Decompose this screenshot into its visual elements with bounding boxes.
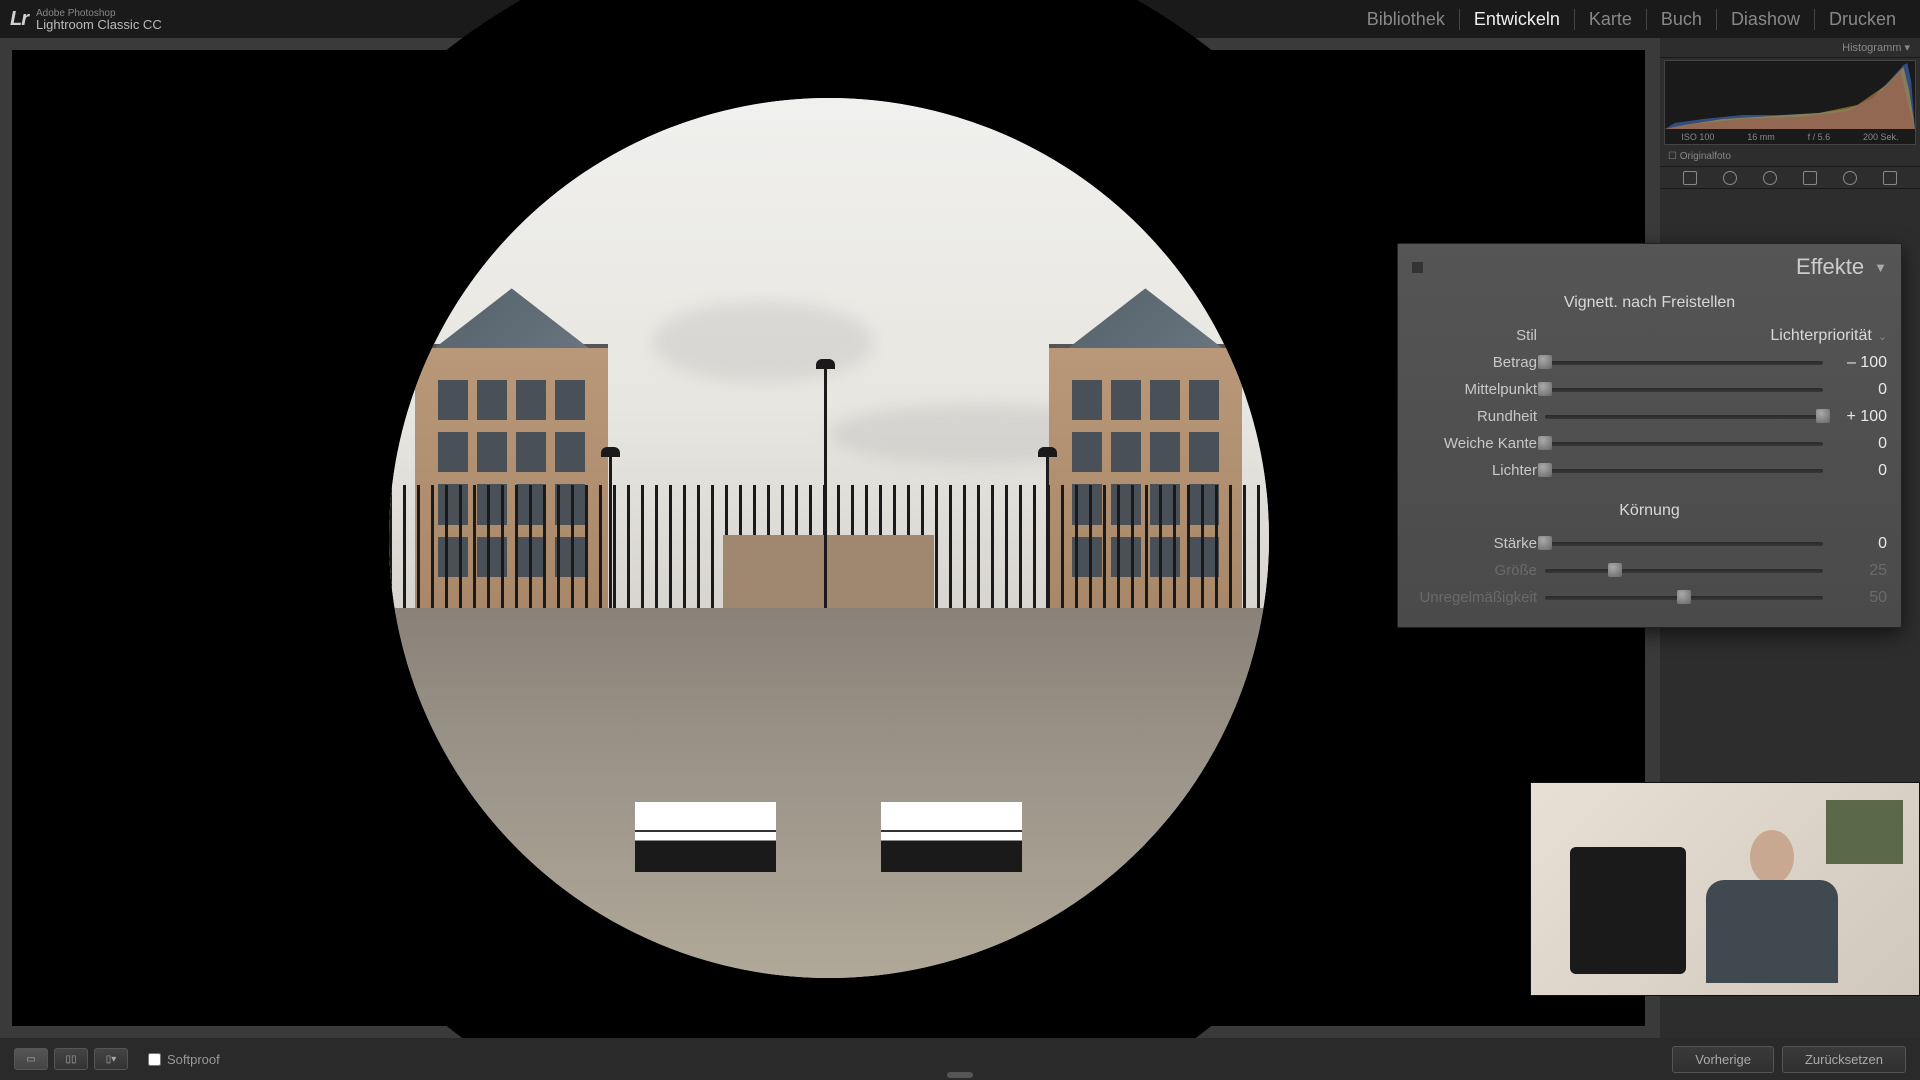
- main-content: Histogramm ▾ ISO 100 16 mm f / 5.6 200 S…: [0, 38, 1920, 1038]
- histo-iso: ISO 100: [1681, 132, 1714, 142]
- histo-shutter: 200 Sek.: [1863, 132, 1899, 142]
- grain-track[interactable]: [1545, 569, 1823, 573]
- module-slideshow[interactable]: Diashow: [1717, 9, 1815, 30]
- photo-preview: [389, 98, 1269, 978]
- panel-handle-bottom[interactable]: [947, 1072, 973, 1078]
- grain-track[interactable]: [1545, 596, 1823, 600]
- module-print[interactable]: Drucken: [1815, 9, 1910, 30]
- vignette-track[interactable]: [1545, 361, 1823, 365]
- slider-thumb[interactable]: [1538, 382, 1552, 396]
- vignette-slider-row: Lichter 0: [1412, 457, 1887, 484]
- grain-section-title: Körnung: [1412, 502, 1887, 520]
- grain-label: Unregelmäßigkeit: [1412, 589, 1537, 606]
- vignette-label: Betrag: [1412, 354, 1537, 371]
- webcam-overlay: [1530, 782, 1920, 996]
- before-after-tb-button[interactable]: ▯▾: [94, 1048, 128, 1070]
- histogram-title: Histogramm: [1842, 42, 1901, 54]
- slider-thumb[interactable]: [1677, 590, 1691, 604]
- slider-thumb[interactable]: [1608, 563, 1622, 577]
- module-develop[interactable]: Entwickeln: [1460, 9, 1575, 30]
- vignette-value[interactable]: + 100: [1831, 408, 1887, 426]
- slider-thumb[interactable]: [1538, 536, 1552, 550]
- vignette-track[interactable]: [1545, 388, 1823, 392]
- module-library[interactable]: Bibliothek: [1353, 9, 1460, 30]
- histo-focal: 16 mm: [1747, 132, 1775, 142]
- vignette-label: Lichter: [1412, 462, 1537, 479]
- softproof-checkbox[interactable]: Softproof: [148, 1052, 220, 1067]
- brush-tool-icon[interactable]: [1883, 171, 1897, 185]
- vignette-value[interactable]: 0: [1831, 381, 1887, 399]
- grain-slider-row: Unregelmäßigkeit 50: [1412, 584, 1887, 611]
- histo-aperture: f / 5.6: [1808, 132, 1831, 142]
- dropdown-caret-icon: ⌄: [1878, 331, 1887, 343]
- vignette-section-title: Vignett. nach Freistellen: [1412, 294, 1887, 312]
- vignette-track[interactable]: [1545, 415, 1823, 419]
- grain-slider-row: Stärke 0: [1412, 530, 1887, 557]
- panel-handle-top[interactable]: [947, 2, 973, 8]
- histogram[interactable]: ISO 100 16 mm f / 5.6 200 Sek.: [1664, 60, 1916, 145]
- grain-value[interactable]: 0: [1831, 535, 1887, 553]
- vignette-label: Weiche Kante: [1412, 435, 1537, 452]
- grain-label: Größe: [1412, 562, 1537, 579]
- gradient-tool-icon[interactable]: [1803, 171, 1817, 185]
- vignette-slider-row: Mittelpunkt 0: [1412, 376, 1887, 403]
- grain-slider-row: Größe 25: [1412, 557, 1887, 584]
- app-logo: Lr Adobe Photoshop Lightroom Classic CC: [10, 8, 162, 31]
- vignette-label: Mittelpunkt: [1412, 381, 1537, 398]
- slider-thumb[interactable]: [1538, 463, 1552, 477]
- vignette-slider-row: Betrag – 100: [1412, 349, 1887, 376]
- slider-thumb[interactable]: [1538, 355, 1552, 369]
- grain-value[interactable]: 50: [1831, 589, 1887, 607]
- grain-track[interactable]: [1545, 542, 1823, 546]
- histogram-header[interactable]: Histogramm ▾: [1660, 38, 1920, 58]
- module-picker: Bibliothek Entwickeln Karte Buch Diashow…: [1353, 9, 1910, 30]
- collapse-icon[interactable]: ▼: [1874, 260, 1887, 275]
- style-value: Lichterpriorität: [1770, 327, 1871, 344]
- slider-thumb[interactable]: [1538, 436, 1552, 450]
- vignette-value[interactable]: 0: [1831, 435, 1887, 453]
- vignette-value[interactable]: – 100: [1831, 354, 1887, 372]
- reset-button[interactable]: Zurücksetzen: [1782, 1046, 1906, 1073]
- loupe-view-button[interactable]: ▭: [14, 1048, 48, 1070]
- spot-tool-icon[interactable]: [1723, 171, 1737, 185]
- style-label: Stil: [1412, 327, 1537, 344]
- vignette-track[interactable]: [1545, 442, 1823, 446]
- slider-thumb[interactable]: [1816, 409, 1830, 423]
- vignette-label: Rundheit: [1412, 408, 1537, 425]
- softproof-label: Softproof: [167, 1052, 220, 1067]
- vignette-track[interactable]: [1545, 469, 1823, 473]
- panel-switch[interactable]: [1412, 262, 1423, 273]
- vignette-value[interactable]: 0: [1831, 462, 1887, 480]
- module-map[interactable]: Karte: [1575, 9, 1647, 30]
- previous-button[interactable]: Vorherige: [1672, 1046, 1774, 1073]
- effects-title: Effekte: [1796, 254, 1864, 280]
- app-name: Lightroom Classic CC: [36, 19, 162, 30]
- vignette-style-row[interactable]: Stil Lichterpriorität ⌄: [1412, 322, 1887, 349]
- crop-tool-icon[interactable]: [1683, 171, 1697, 185]
- module-book[interactable]: Buch: [1647, 9, 1717, 30]
- grain-value[interactable]: 25: [1831, 562, 1887, 580]
- grain-label: Stärke: [1412, 535, 1537, 552]
- originalfoto-checkbox[interactable]: ☐ Originalfoto: [1660, 147, 1920, 167]
- effects-panel: Effekte ▼ Vignett. nach Freistellen Stil…: [1397, 243, 1902, 628]
- lightroom-icon: Lr: [10, 8, 28, 31]
- local-tool-strip: [1660, 167, 1920, 189]
- before-after-lr-button[interactable]: ▯▯: [54, 1048, 88, 1070]
- vignette-slider-row: Rundheit + 100: [1412, 403, 1887, 430]
- vignette-slider-row: Weiche Kante 0: [1412, 430, 1887, 457]
- radial-tool-icon[interactable]: [1843, 171, 1857, 185]
- redeye-tool-icon[interactable]: [1763, 171, 1777, 185]
